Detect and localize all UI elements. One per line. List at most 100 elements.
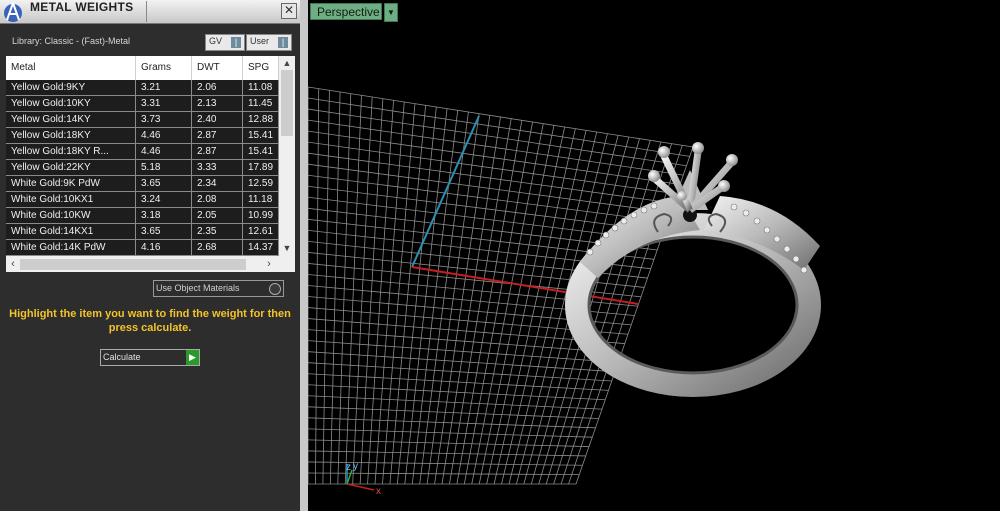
use-object-materials-checkbox[interactable]: Use Object Materials <box>153 280 284 297</box>
perspective-viewport[interactable]: z y x Perspective ▼ <box>308 0 1000 511</box>
grid-line <box>471 123 544 485</box>
table-row[interactable]: Yellow Gold:22KY 5.18 3.33 17.89 <box>6 160 279 176</box>
cell-metal: Yellow Gold:10KY <box>6 96 136 112</box>
cell-dwt: 2.68 <box>192 240 243 256</box>
table-row[interactable]: Yellow Gold:9KY 3.21 2.06 11.08 <box>6 80 279 96</box>
cell-spg: 11.08 <box>243 80 279 96</box>
library-label: Library: Classic - (Fast)-Metal <box>12 36 131 46</box>
cell-dwt: 2.13 <box>192 96 243 112</box>
user-toggle[interactable]: User | <box>246 34 292 51</box>
cell-metal: White Gold:14K PdW <box>6 240 136 256</box>
app-logo-icon <box>4 2 22 22</box>
cell-grams: 4.46 <box>136 144 192 160</box>
scroll-right-icon[interactable]: › <box>262 256 276 272</box>
grid-line <box>308 340 619 363</box>
table-row[interactable]: White Gold:10KW 3.18 2.05 10.99 <box>6 208 279 224</box>
table-row[interactable]: Yellow Gold:18KY 4.46 2.87 15.41 <box>6 128 279 144</box>
column-header-grams[interactable]: Grams <box>136 56 192 80</box>
metal-table: Metal Grams DWT SPG Yellow Gold:9KY 3.21 2… <box>6 56 295 272</box>
scene-canvas[interactable]: z y x <box>308 0 1000 511</box>
cell-spg: 10.99 <box>243 208 279 224</box>
cell-spg: 12.59 <box>243 176 279 192</box>
cell-spg: 15.41 <box>243 128 279 144</box>
table-row[interactable]: Yellow Gold:10KY 3.31 2.13 11.45 <box>6 96 279 112</box>
y-axis-line <box>411 115 480 268</box>
axis-x-label: x <box>376 486 381 497</box>
cell-dwt: 3.33 <box>192 160 243 176</box>
scroll-left-icon[interactable]: ‹ <box>6 256 20 272</box>
cell-dwt: 2.87 <box>192 144 243 160</box>
cell-spg: 12.61 <box>243 224 279 240</box>
vertical-scroll-thumb[interactable] <box>281 70 293 136</box>
table-row[interactable]: White Gold:10KX1 3.24 2.08 11.18 <box>6 192 279 208</box>
gv-toggle-label: GV <box>209 36 223 46</box>
table-row[interactable]: Yellow Gold:14KY 3.73 2.40 12.88 <box>6 112 279 128</box>
scroll-down-icon[interactable]: ▼ <box>279 242 295 254</box>
cell-dwt: 2.87 <box>192 128 243 144</box>
cell-grams: 4.46 <box>136 128 192 144</box>
cell-dwt: 2.35 <box>192 224 243 240</box>
grid-line <box>308 373 609 391</box>
use-object-materials-label: Use Object Materials <box>156 283 240 293</box>
radio-indicator-icon <box>269 283 281 295</box>
panel-title: METAL WEIGHTS <box>30 0 134 14</box>
panel-titlebar: METAL WEIGHTS ✕ <box>0 0 300 24</box>
cell-spg: 14.37 <box>243 240 279 256</box>
play-arrow-icon: ▶ <box>186 350 199 365</box>
cell-grams: 3.18 <box>136 208 192 224</box>
cell-metal: White Gold:10KW <box>6 208 136 224</box>
grid-line <box>308 395 603 410</box>
construction-grid <box>308 86 694 485</box>
table-row[interactable]: White Gold:9K PdW 3.65 2.34 12.59 <box>6 176 279 192</box>
cell-metal: White Gold:9K PdW <box>6 176 136 192</box>
cell-grams: 5.18 <box>136 160 192 176</box>
toggle-indicator-icon: | <box>278 37 288 48</box>
ring-model[interactable] <box>565 142 821 397</box>
cell-spg: 15.41 <box>243 144 279 160</box>
instruction-text: Highlight the item you want to find the … <box>9 308 291 334</box>
cell-metal: Yellow Gold:18KY <box>6 128 136 144</box>
grid-line <box>308 362 612 382</box>
grid-line <box>308 351 616 373</box>
table-row[interactable]: White Gold:14KX1 3.65 2.35 12.61 <box>6 224 279 240</box>
table-row[interactable]: White Gold:14K PdW 4.16 2.68 14.37 <box>6 240 279 256</box>
cell-grams: 4.16 <box>136 240 192 256</box>
column-header-spg[interactable]: SPG <box>243 56 279 80</box>
cell-dwt: 2.40 <box>192 112 243 128</box>
title-divider <box>146 1 147 22</box>
column-header-metal[interactable]: Metal <box>6 56 136 80</box>
cell-grams: 3.65 <box>136 224 192 240</box>
cell-dwt: 2.05 <box>192 208 243 224</box>
cell-metal: White Gold:10KX1 <box>6 192 136 208</box>
cell-spg: 17.89 <box>243 160 279 176</box>
cell-grams: 3.65 <box>136 176 192 192</box>
axis-z-label: z <box>346 462 351 473</box>
vertical-scrollbar[interactable]: ▲ ▼ <box>279 56 295 256</box>
cell-dwt: 2.08 <box>192 192 243 208</box>
toggle-indicator-icon: | <box>231 37 241 48</box>
scroll-up-icon[interactable]: ▲ <box>279 57 295 69</box>
cell-metal: Yellow Gold:14KY <box>6 112 136 128</box>
gv-toggle[interactable]: GV | <box>205 34 245 51</box>
close-button[interactable]: ✕ <box>281 3 297 19</box>
horizontal-scrollbar[interactable]: ‹ › <box>6 256 295 272</box>
cell-metal: White Gold:14KX1 <box>6 224 136 240</box>
cell-dwt: 2.06 <box>192 80 243 96</box>
grid-line <box>308 428 593 438</box>
grid-line <box>308 417 596 429</box>
cell-spg: 11.45 <box>243 96 279 112</box>
cell-metal: Yellow Gold:22KY <box>6 160 136 176</box>
column-header-dwt[interactable]: DWT <box>192 56 243 80</box>
calculate-button[interactable]: Calculate ▶ <box>100 349 200 366</box>
axis-y-label: y <box>353 461 358 472</box>
table-row[interactable]: Yellow Gold:18KY R... 4.46 2.87 15.41 <box>6 144 279 160</box>
user-toggle-label: User <box>250 36 270 46</box>
panel-splitter[interactable] <box>300 0 308 511</box>
metal-weights-panel: METAL WEIGHTS ✕ Library: Classic - (Fast… <box>0 0 300 511</box>
cell-grams: 3.31 <box>136 96 192 112</box>
view-dropdown-icon[interactable]: ▼ <box>384 3 398 22</box>
cell-grams: 3.21 <box>136 80 192 96</box>
cell-metal: Yellow Gold:18KY R... <box>6 144 136 160</box>
horizontal-scroll-thumb[interactable] <box>20 259 246 270</box>
view-name-tab[interactable]: Perspective <box>310 3 382 20</box>
